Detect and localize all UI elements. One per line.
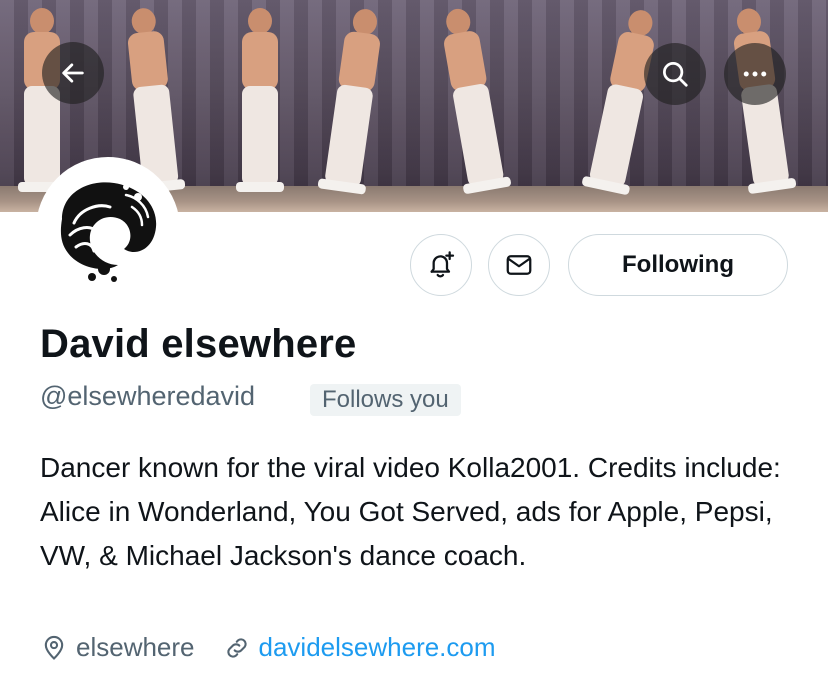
- website-link[interactable]: davidelsewhere.com: [259, 632, 496, 663]
- follows-you-badge: Follows you: [310, 384, 461, 416]
- profile-meta: elsewhere davidelsewhere.com: [40, 632, 524, 663]
- search-icon: [663, 62, 688, 87]
- website-item[interactable]: davidelsewhere.com: [223, 632, 496, 663]
- search-button[interactable]: [644, 43, 706, 105]
- location-text: elsewhere: [76, 632, 195, 662]
- profile-bio: Dancer known for the viral video Kolla20…: [40, 452, 781, 571]
- back-button[interactable]: [42, 42, 104, 104]
- more-button[interactable]: [724, 43, 786, 105]
- location-item: elsewhere: [40, 632, 195, 663]
- bell-plus-icon: [430, 251, 455, 278]
- message-button[interactable]: [488, 234, 550, 296]
- mail-icon: [506, 255, 532, 275]
- following-button[interactable]: Following: [568, 234, 788, 296]
- notifications-button[interactable]: [410, 234, 472, 296]
- location-pin-icon: [44, 635, 64, 660]
- link-icon: [226, 637, 247, 658]
- banner-dancer: [228, 0, 288, 200]
- avatar-image: [40, 161, 176, 297]
- more-horizontal-icon: [743, 71, 767, 77]
- profile-handle: @elsewheredavid: [40, 381, 256, 411]
- arrow-left-icon: [62, 63, 84, 83]
- avatar[interactable]: [36, 157, 180, 301]
- profile-name: David elsewhere: [40, 322, 357, 366]
